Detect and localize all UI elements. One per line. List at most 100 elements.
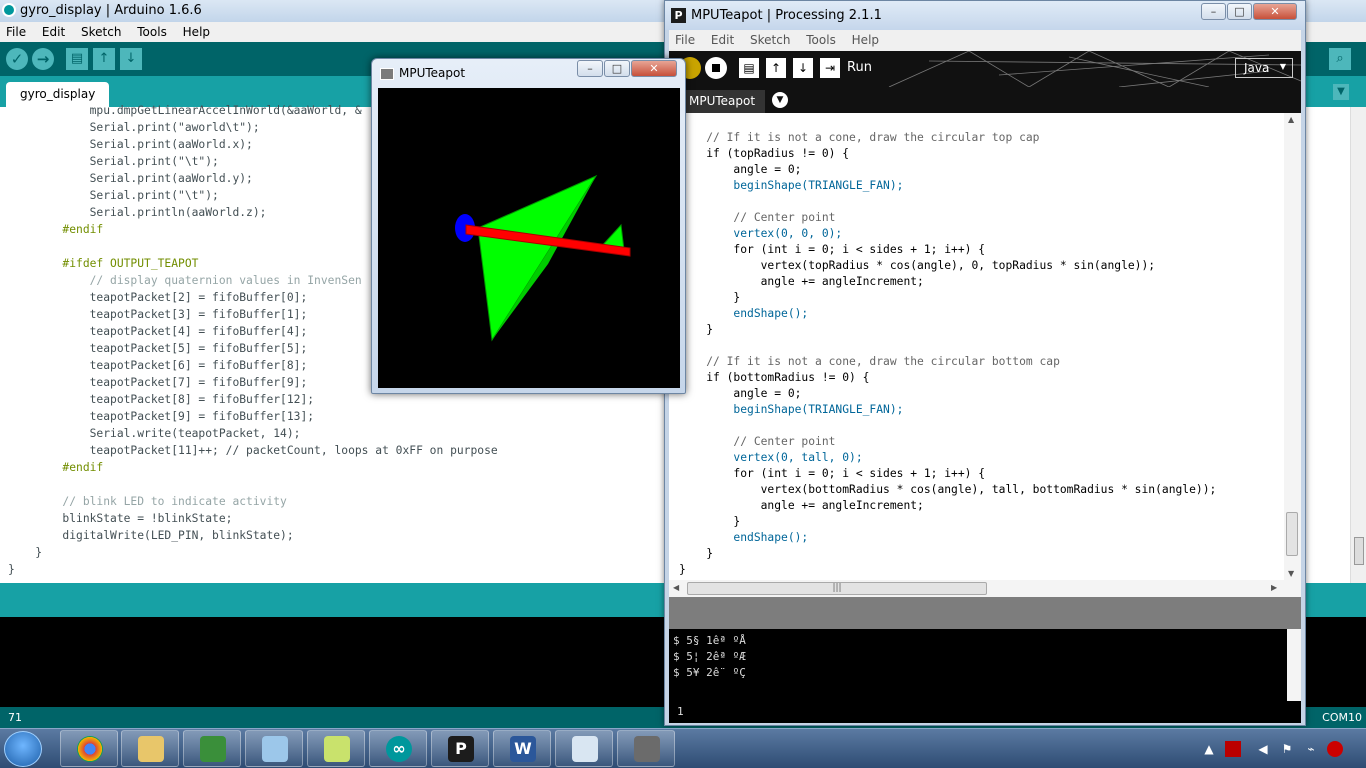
mode-selector[interactable]: Java ▼ xyxy=(1235,58,1293,78)
new-file-icon: ▤ xyxy=(70,51,84,66)
stop-button[interactable] xyxy=(705,57,727,79)
processing-window-title: MPUTeapot | Processing 2.1.1 xyxy=(691,8,882,23)
taskbar-processing[interactable]: P xyxy=(431,730,489,767)
chevron-down-icon: ▼ xyxy=(1337,86,1345,97)
taskbar-arduino[interactable]: ∞ xyxy=(369,730,427,767)
new-sketch-button[interactable]: ▤ xyxy=(739,58,759,78)
start-button[interactable] xyxy=(4,731,42,767)
usb-icon[interactable]: ⌁ xyxy=(1303,741,1319,757)
taskbar-sketch-window[interactable] xyxy=(617,730,675,767)
processing-hscroll-thumb[interactable]: ||| xyxy=(687,582,987,595)
new-file-icon: ▤ xyxy=(743,61,755,75)
arduino-vertical-scrollbar[interactable] xyxy=(1350,107,1366,583)
processing-scroll-thumb[interactable] xyxy=(1286,512,1298,556)
code-line: for (int i = 0; i < sides + 1; i++) { xyxy=(679,243,986,256)
arduino-scroll-thumb[interactable] xyxy=(1354,537,1364,565)
processing-horizontal-scrollbar[interactable]: ◀ ||| ▶ xyxy=(669,580,1301,597)
export-icon: ⇥ xyxy=(824,61,836,75)
tab-mputeapot[interactable]: MPUTeapot xyxy=(681,90,766,113)
code-line: #ifdef OUTPUT_TEAPOT xyxy=(8,257,199,270)
code-line: beginShape(TRIANGLE_FAN); xyxy=(679,403,904,416)
serial-monitor-button[interactable]: ⌕ xyxy=(1329,48,1351,70)
code-line: mpu.dmpGetLinearAccelInWorld(&aaWorld, & xyxy=(8,104,362,117)
code-line: } xyxy=(679,291,741,304)
code-line: teapotPacket[3] = fifoBuffer[1]; xyxy=(8,308,308,321)
processing-code-editor[interactable]: // If it is not a cone, draw the circula… xyxy=(669,113,1301,580)
arduino-window-title: gyro_display | Arduino 1.6.6 xyxy=(20,3,202,18)
open-sketch-button[interactable]: ↑ xyxy=(93,48,115,70)
code-line: teapotPacket[8] = fifoBuffer[12]; xyxy=(8,393,315,406)
taskbar-explorer[interactable] xyxy=(121,730,179,767)
close-button[interactable]: ✕ xyxy=(1253,3,1297,20)
verify-button[interactable]: ✓ xyxy=(6,48,28,70)
save-sketch-button[interactable]: ↓ xyxy=(120,48,142,70)
taskbar-word[interactable]: W xyxy=(493,730,551,767)
code-line: // display quaternion values in InvenSen xyxy=(8,274,362,287)
taskbar-chrome[interactable] xyxy=(60,730,118,767)
arduino-menu-help[interactable]: Help xyxy=(177,22,216,39)
maximize-icon: □ xyxy=(611,62,623,75)
processing-menu-tools[interactable]: Tools xyxy=(800,30,842,47)
arduino-menu-tools[interactable]: Tools xyxy=(131,22,173,39)
code-line: vertex(0, tall, 0); xyxy=(679,451,863,464)
save-sketch-button[interactable]: ↓ xyxy=(793,58,813,78)
network-tool-icon xyxy=(200,736,226,762)
maximize-button[interactable]: □ xyxy=(1227,3,1252,20)
arduino-menu-edit[interactable]: Edit xyxy=(36,22,71,39)
arrow-right-icon: → xyxy=(36,50,50,68)
arrow-up-icon: ↑ xyxy=(770,61,782,75)
taskbar-network[interactable] xyxy=(183,730,241,767)
new-sketch-button[interactable]: ▤ xyxy=(66,48,88,70)
console-scrollbar[interactable] xyxy=(1287,629,1301,701)
processing-title-bar[interactable]: P MPUTeapot | Processing 2.1.1 – □ ✕ xyxy=(665,1,1305,30)
tray-expand-icon[interactable]: ▲ xyxy=(1201,741,1217,757)
scroll-left-icon[interactable]: ◀ xyxy=(673,583,679,592)
processing-menu-bar: File Edit Sketch Tools Help xyxy=(669,30,1301,51)
mode-label: Java xyxy=(1244,61,1270,75)
code-line: teapotPacket[11]++; // packetCount, loop… xyxy=(8,444,498,457)
flag-icon[interactable]: ⚑ xyxy=(1279,741,1295,757)
code-line: if (bottomRadius != 0) { xyxy=(679,371,870,384)
code-line: angle += angleIncrement; xyxy=(679,275,924,288)
processing-vertical-scrollbar[interactable]: ▲ ▼ xyxy=(1284,113,1301,580)
scroll-down-icon[interactable]: ▼ xyxy=(1288,569,1294,578)
sketch-window-icon xyxy=(634,736,660,762)
processing-menu-help[interactable]: Help xyxy=(846,30,885,47)
processing-menu-sketch[interactable]: Sketch xyxy=(744,30,796,47)
antivirus-tray-icon[interactable] xyxy=(1327,741,1343,757)
code-line: // Center point xyxy=(679,435,836,448)
code-line-text: Serial.print("aworld\t"); xyxy=(8,121,260,134)
minimize-button[interactable]: – xyxy=(1201,3,1226,20)
arrow-up-icon: ↑ xyxy=(98,51,110,66)
arduino-menu-sketch[interactable]: Sketch xyxy=(75,22,127,39)
taskbar-paint[interactable] xyxy=(555,730,613,767)
tab-menu-button[interactable]: ▼ xyxy=(772,92,788,108)
maximize-button[interactable]: □ xyxy=(604,60,630,77)
processing-menu-file[interactable]: File xyxy=(669,30,701,47)
open-sketch-button[interactable]: ↑ xyxy=(766,58,786,78)
maximize-icon: □ xyxy=(1234,5,1245,18)
code-line: #endif xyxy=(8,461,104,474)
close-button[interactable]: ✕ xyxy=(631,60,677,77)
taskbar-notepad[interactable] xyxy=(307,730,365,767)
line-number: 1 xyxy=(677,705,684,718)
minimize-button[interactable]: – xyxy=(577,60,603,77)
tab-menu-button[interactable]: ▼ xyxy=(1333,84,1349,100)
sketch-window-icon xyxy=(380,68,394,80)
taskbar-paper[interactable] xyxy=(245,730,303,767)
chevron-down-icon: ▼ xyxy=(1279,62,1286,71)
export-button[interactable]: ⇥ xyxy=(820,58,840,78)
processing-tab-bar: MPUTeapot ▼ xyxy=(669,87,1301,113)
airplane-render xyxy=(455,174,631,342)
code-line: Serial.print(aaWorld.x); xyxy=(8,138,253,151)
scroll-right-icon[interactable]: ▶ xyxy=(1271,583,1277,592)
volume-icon[interactable]: ◀ xyxy=(1255,741,1271,757)
sketch-canvas[interactable] xyxy=(378,88,680,388)
processing-menu-edit[interactable]: Edit xyxy=(705,30,740,47)
acrobat-tray-icon[interactable] xyxy=(1225,741,1241,757)
arrow-down-icon: ↓ xyxy=(797,61,809,75)
processing-icon: P xyxy=(448,736,474,762)
arduino-menu-file[interactable]: File xyxy=(0,22,32,39)
scroll-up-icon[interactable]: ▲ xyxy=(1288,115,1294,124)
upload-button[interactable]: → xyxy=(32,48,54,70)
